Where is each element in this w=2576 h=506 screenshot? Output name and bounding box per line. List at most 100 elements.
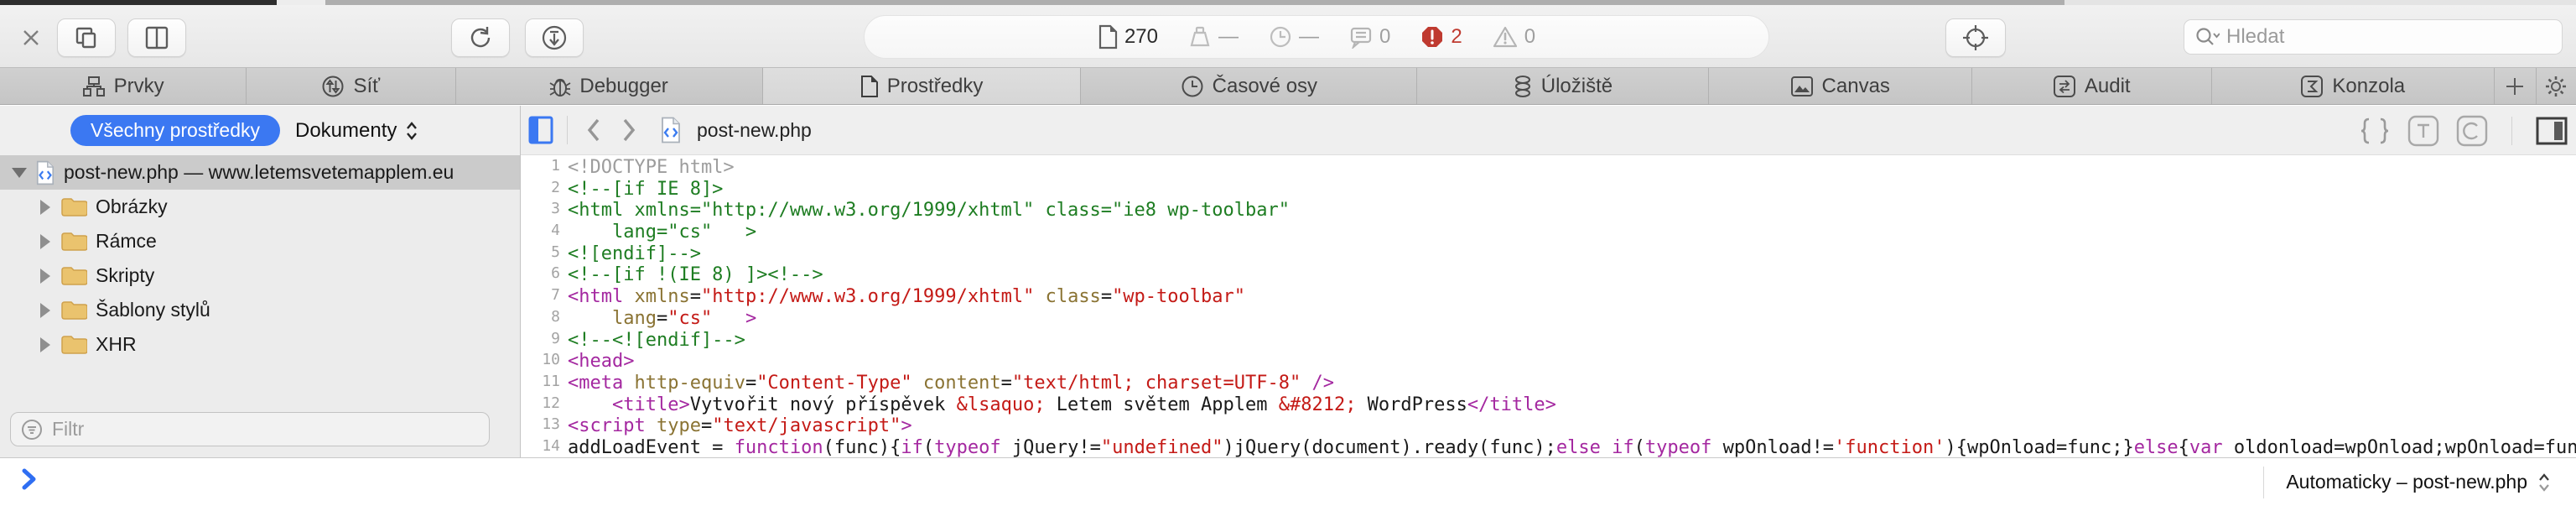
activity-dashboard[interactable]: 270 — — 0 2 0 [864,15,1769,59]
tab-canvas[interactable]: Canvas [1709,68,1972,104]
disclosure-closed-icon[interactable] [40,199,50,215]
updown-chevron-icon [407,121,418,140]
tree-item-images[interactable]: Obrázky [0,190,520,224]
tab-storage[interactable]: Úložiště [1417,68,1709,104]
disclosure-closed-icon[interactable] [40,302,50,318]
element-picker-button[interactable] [1945,18,2006,57]
code-file-icon [662,117,680,143]
disclosure-open-icon[interactable] [12,167,27,178]
tab-network[interactable]: Síť [247,68,456,104]
tree-item-main-frame[interactable]: post-new.php — www.letemsvetemapplem.eu [0,155,520,190]
code-line[interactable]: lang="cs" > [568,308,2576,330]
source-code-view[interactable]: 1 2 3 4 5 6 7 8 9 10 11 12 13 14 <!DOCTYPE html> <!--[… [521,155,2576,457]
reload-page-button[interactable] [451,18,510,57]
tab-label: Prostředky [886,74,984,97]
resource-type-value: Dokumenty [295,118,397,142]
updown-chevron-icon [2539,472,2549,492]
inspector-toolbar: 270 — — 0 2 0 Hledat [0,5,2576,67]
line-number: 8 [551,307,560,326]
console-bar-divider [2263,466,2265,498]
nav-divider [567,116,568,144]
tree-item-xhr[interactable]: XHR [0,327,520,362]
document-icon [1098,24,1118,50]
line-number: 6 [551,264,560,283]
search-placeholder: Hledat [2226,25,2285,48]
disclosure-closed-icon[interactable] [40,233,50,249]
close-inspector-button[interactable] [17,23,45,52]
execution-context-select[interactable]: Automaticky – post-new.php [2263,458,2551,506]
console-prompt-icon[interactable] [20,467,39,492]
code-line[interactable]: <script type="text/javascript"> [568,415,2576,437]
resources-document-icon [860,75,878,97]
audit-icon [2053,75,2075,97]
reload-icon [470,27,491,48]
navigation-row: Všechny prostředky Dokumenty post-new.ph… [0,106,2576,155]
disclosure-closed-icon[interactable] [40,336,50,352]
type-profiler-button[interactable] [2406,113,2441,149]
code-line[interactable]: <meta http-equiv="Content-Type" content=… [568,373,2576,394]
line-number: 12 [542,394,560,412]
tab-resources[interactable]: Prostředky [762,68,1082,104]
tab-audit[interactable]: Audit [1972,68,2212,104]
tree-item-scripts[interactable]: Skripty [0,258,520,293]
code-lines[interactable]: <!DOCTYPE html> <!--[if IE 8]> <html xmlns… [568,155,2576,457]
type-profiler-icon [2407,115,2439,146]
dock-side-button[interactable] [127,18,186,57]
line-number: 1 [551,157,560,175]
code-line[interactable]: lang="cs" > [568,222,2576,243]
search-input[interactable]: Hledat [2184,19,2563,55]
storage-icon [1514,75,1530,97]
back-button[interactable] [576,112,611,148]
code-line[interactable]: <!--[if !(IE 8) ]><!--> [568,264,2576,286]
breadcrumb-title[interactable]: post-new.php [697,119,812,142]
code-line[interactable]: <![endif]--> [568,243,2576,265]
code-line[interactable]: <title>Vytvořit nový příspěvek &lsaquo; … [568,394,2576,416]
code-coverage-icon [2456,115,2488,146]
folder-icon [61,197,87,216]
disclosure-closed-icon[interactable] [40,268,50,284]
resource-type-select[interactable]: Dokumenty [295,115,418,146]
content-navigation-bar: post-new.php [520,106,2576,155]
code-line[interactable]: <!--<![endif]--> [568,330,2576,352]
line-number: 10 [542,351,560,369]
code-line[interactable]: addLoadEvent = function(func){if(typeof … [568,437,2576,457]
scope-all-resources-button[interactable]: Všechny prostředky [70,115,280,146]
tree-item-stylesheets[interactable]: Šablony stylů [0,293,520,327]
chevron-right-icon [623,118,636,142]
toggle-right-sidebar-button[interactable] [2534,113,2569,149]
line-numbers: 1 2 3 4 5 6 7 8 9 10 11 12 13 14 [521,155,568,457]
tree-item-label: post-new.php — www.letemsvetemapplem.eu [64,161,454,183]
forward-button[interactable] [611,112,647,148]
code-line[interactable]: <!DOCTYPE html> [568,157,2576,179]
code-line[interactable]: <head> [568,351,2576,373]
tree-item-label: Šablony stylů [96,299,210,321]
pretty-print-button[interactable] [2357,113,2392,149]
settings-tab-button[interactable] [2537,68,2576,104]
console-errors-count: 2 [1451,25,1462,48]
tab-timelines[interactable]: Časové osy [1081,68,1418,104]
add-tab-button[interactable] [2495,68,2537,104]
detach-window-button[interactable] [57,18,116,57]
tree-item-label: Obrázky [96,196,168,217]
crosshair-icon [1963,25,1988,50]
tab-elements[interactable]: Prvky [0,68,247,104]
quick-console-bar[interactable]: Automaticky – post-new.php [0,457,2576,505]
tab-debugger[interactable]: Debugger [456,68,763,104]
code-line[interactable]: <html xmlns="http://www.w3.org/1999/xhtm… [568,200,2576,222]
toggle-left-sidebar-button[interactable] [523,112,558,148]
code-line[interactable]: <html xmlns="http://www.w3.org/1999/xhtm… [568,286,2576,308]
tab-label: Prvky [113,74,164,97]
console-icon [2301,75,2324,97]
download-page-button[interactable] [525,18,584,57]
folder-icon [61,232,87,251]
line-number: 3 [551,200,560,218]
filter-input[interactable]: Filtr [10,412,490,446]
resource-count-item: 270 [1098,24,1158,50]
gear-icon [2546,76,2567,97]
load-time-item: — [1269,25,1319,49]
code-line[interactable]: <!--[if IE 8]> [568,179,2576,201]
code-coverage-button[interactable] [2454,113,2490,149]
tree-item-label: Rámce [96,230,157,252]
tree-item-frames[interactable]: Rámce [0,224,520,258]
tab-console[interactable]: Konzola [2212,68,2495,104]
